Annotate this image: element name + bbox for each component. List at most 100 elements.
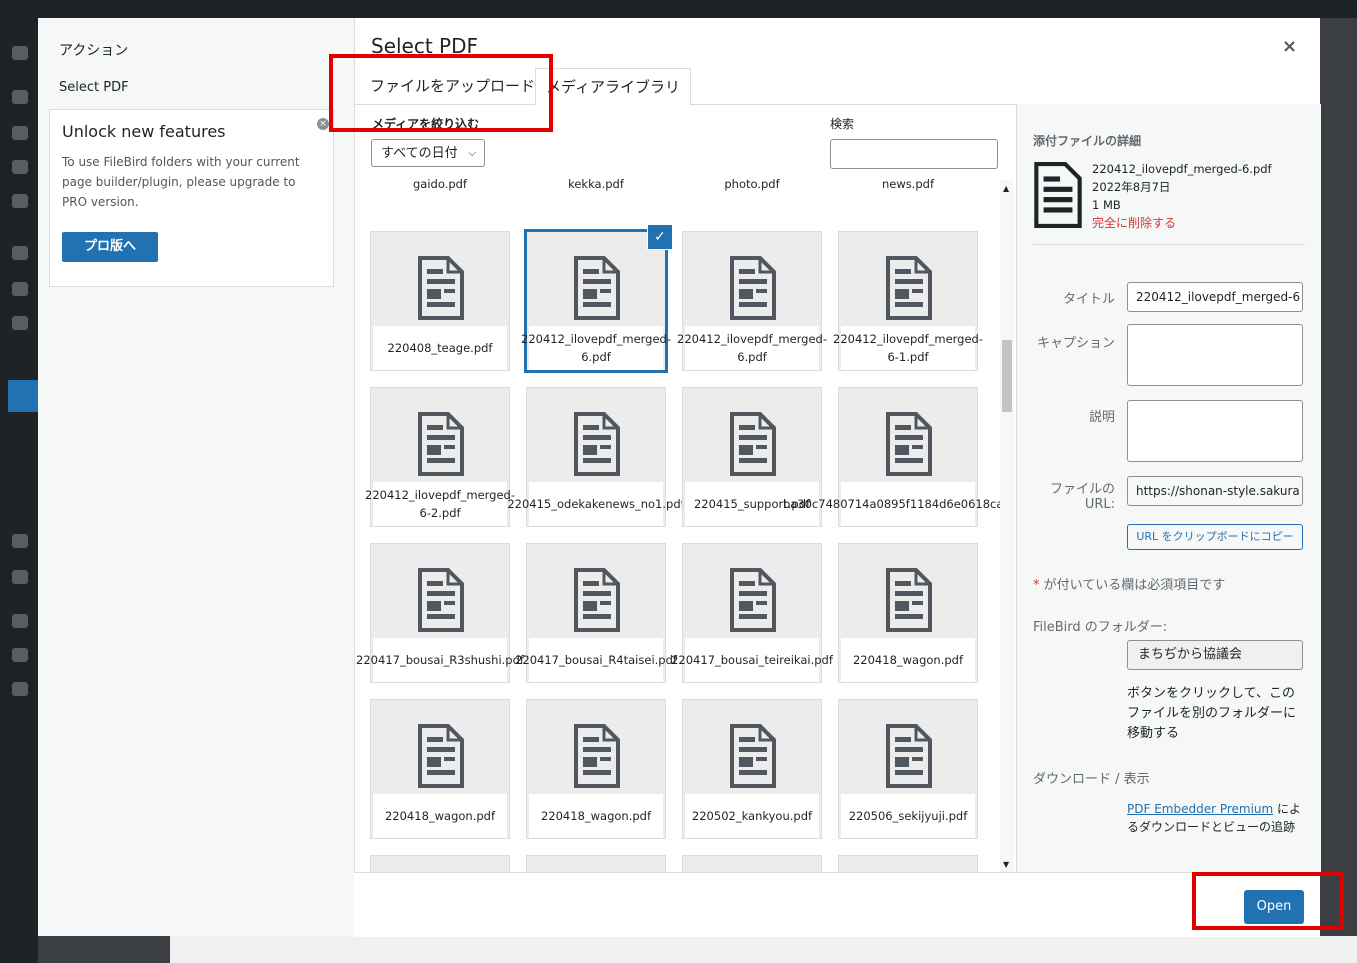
wrench-icon	[12, 648, 28, 662]
attachment-item-partial[interactable]	[682, 855, 822, 873]
title-field[interactable]: 220412_ilovepdf_merged-6	[1127, 282, 1303, 312]
upgrade-button[interactable]: プロ版へ	[62, 232, 158, 262]
attachment-filename: 220412_ilovepdf_merged-6.pdf	[677, 326, 827, 370]
promo-title: Unlock new features	[62, 122, 226, 141]
copy-url-button[interactable]: URL をクリップボードにコピー	[1127, 524, 1303, 550]
document-icon	[1034, 162, 1082, 228]
attachment-partial[interactable]: photo.pdf	[682, 178, 822, 198]
attachment-filename: 220502_kankyou.pdf	[685, 794, 819, 838]
chevron-down-icon: ⌵	[468, 148, 476, 159]
scrollbar-thumb[interactable]	[1002, 340, 1012, 412]
attachment-item[interactable]: 220412_ilovepdf_merged-6-1.pdf	[833, 231, 983, 371]
required-note-text: が付いている欄は必須項目です	[1039, 578, 1226, 593]
check-icon[interactable]: ✓	[647, 224, 673, 250]
media-toolbar: Open	[354, 872, 1320, 937]
date-filter-value: すべての日付	[381, 146, 458, 161]
attachment-item[interactable]: 220418_wagon.pdf	[838, 543, 978, 683]
document-icon	[574, 568, 620, 632]
attachment-filename: 220418_wagon.pdf	[529, 794, 663, 838]
admin-menu-active	[8, 380, 38, 412]
attachment-filename: 220417_bousai_R3shushi.pdf	[356, 638, 524, 682]
attachments-grid: gaido.pdf kekka.pdf photo.pdf news.pdf 22040…	[354, 178, 1000, 873]
attachment-filename: 220412_ilovepdf_merged-6-1.pdf	[833, 326, 983, 370]
scrollbar[interactable]: ▲ ▼	[1000, 180, 1014, 873]
attachment-item[interactable]: 220417_bousai_teireikai.pdf	[671, 543, 833, 683]
date-filter-select[interactable]: すべての日付 ⌵	[371, 139, 485, 167]
attachment-item[interactable]: 220412_ilovepdf_merged-6.pdf ✓	[521, 224, 673, 373]
document-icon	[574, 256, 620, 320]
details-filename: 220412_ilovepdf_merged-6.pdf	[1092, 162, 1272, 176]
caption-field[interactable]	[1127, 324, 1303, 386]
menu-actions-label: アクション	[59, 43, 129, 59]
attachment-item[interactable]: 220417_bousai_R4taisei.pdf	[515, 543, 677, 683]
url-field[interactable]: https://shonan-style.sakura	[1127, 476, 1303, 506]
document-icon	[730, 256, 776, 320]
pin-icon	[12, 126, 28, 140]
document-icon	[574, 412, 620, 476]
grid-icon	[12, 316, 28, 330]
comment-icon	[12, 246, 28, 260]
document-icon	[418, 724, 464, 788]
filter-label: メディアを絞り込む	[372, 117, 480, 131]
document-icon	[886, 256, 932, 320]
attachment-item[interactable]: 220417_bousai_R3shushi.pdf	[356, 543, 524, 683]
attachment-item-partial[interactable]	[370, 855, 510, 873]
tab-media-library[interactable]: メディアライブラリ	[535, 68, 691, 106]
attachment-partial[interactable]: kekka.pdf	[526, 178, 666, 198]
admin-sidebar	[0, 18, 38, 963]
page-behind	[170, 936, 1357, 963]
attachment-filename: 220415_odekakenews_no1.pdf	[507, 482, 685, 526]
attachment-item[interactable]: 220415_odekakenews_no1.pdf	[507, 387, 685, 527]
folder-label: FileBird のフォルダー:	[1033, 620, 1168, 635]
attachment-filename: 220418_wagon.pdf	[373, 794, 507, 838]
folder-help: ボタンをクリックして、このファイルを別のフォルダーに移動する	[1127, 686, 1297, 741]
frame-title: Select PDF	[371, 34, 479, 58]
user-icon	[12, 614, 28, 628]
description-label: 説明	[1088, 410, 1115, 425]
scroll-down-icon[interactable]: ▼	[1003, 860, 1009, 869]
attachment-partial[interactable]: gaido.pdf	[370, 178, 510, 198]
menu-item-select-pdf[interactable]: Select PDF	[59, 80, 129, 95]
attachment-item-partial[interactable]	[838, 855, 978, 873]
pdf-embedder-link[interactable]: PDF Embedder Premium	[1127, 802, 1273, 816]
attachment-item[interactable]: 220418_wagon.pdf	[526, 699, 666, 839]
tab-upload[interactable]: ファイルをアップロード	[360, 68, 545, 104]
document-icon	[730, 568, 776, 632]
attachment-item[interactable]: 220412_ilovepdf_merged-6-2.pdf	[365, 387, 515, 527]
attachment-item[interactable]: 220418_wagon.pdf	[370, 699, 510, 839]
attachment-item[interactable]: 220506_sekijyuji.pdf	[838, 699, 978, 839]
details-heading: 添付ファイルの詳細	[1033, 134, 1142, 148]
admin-bar	[0, 0, 1357, 18]
attachment-item[interactable]: 220502_kankyou.pdf	[682, 699, 822, 839]
close-icon[interactable]: ×	[317, 118, 329, 130]
download-text: PDF Embedder Premium によるダウンロードとビューの追跡	[1127, 800, 1305, 836]
translate-icon	[12, 160, 28, 174]
scroll-up-icon[interactable]: ▲	[1003, 184, 1009, 193]
delete-link[interactable]: 完全に削除する	[1092, 214, 1272, 232]
attachment-filename: 220412_ilovepdf_merged-6.pdf	[521, 326, 671, 370]
attachment-partial[interactable]: news.pdf	[838, 178, 978, 198]
monitor-icon	[12, 194, 28, 208]
required-note: * が付いている欄は必須項目です	[1033, 574, 1225, 593]
close-icon[interactable]: ×	[1282, 36, 1297, 57]
document-icon	[418, 568, 464, 632]
details-date: 2022年8月7日	[1092, 180, 1171, 194]
document-icon	[730, 412, 776, 476]
open-button[interactable]: Open	[1244, 890, 1304, 924]
document-icon	[418, 256, 464, 320]
folder-button[interactable]: まちぢから協議会	[1127, 640, 1303, 670]
attachment-item[interactable]: ba30c7480714a0895f1184d6e0618cab.pdf	[783, 387, 1000, 527]
attachment-item[interactable]: 220412_ilovepdf_merged-6.pdf	[677, 231, 827, 371]
description-field[interactable]	[1127, 400, 1303, 462]
attachment-item[interactable]: 220408_teage.pdf	[370, 231, 510, 371]
details-file-info: 220412_ilovepdf_merged-6.pdf 2022年8月7日 1…	[1092, 160, 1272, 232]
list-icon	[12, 534, 28, 548]
search-input[interactable]	[830, 139, 998, 169]
document-icon	[574, 724, 620, 788]
people-icon	[12, 570, 28, 584]
promo-text: To use FileBird folders with your curren…	[62, 155, 300, 209]
dashboard-icon	[12, 46, 28, 60]
document-icon	[418, 412, 464, 476]
attachment-details: 添付ファイルの詳細 220412_ilovepdf_merged-6.pdf 2…	[1016, 104, 1321, 872]
attachment-item-partial[interactable]	[526, 855, 666, 873]
